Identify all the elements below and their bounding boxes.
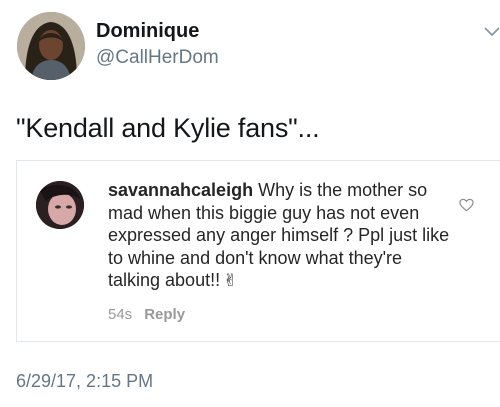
- author-avatar-image: [17, 12, 85, 80]
- tweet-timestamp[interactable]: 6/29/17, 2:15 PM: [16, 371, 153, 392]
- author-handle[interactable]: @CallHerDom: [96, 47, 219, 69]
- victory-hand-icon: ✌: [223, 271, 238, 290]
- chevron-down-icon[interactable]: [484, 26, 500, 38]
- author-avatar[interactable]: [17, 12, 85, 80]
- author-display-name[interactable]: Dominique: [96, 20, 199, 43]
- commenter-avatar: [36, 181, 84, 229]
- reply-button[interactable]: Reply: [144, 306, 185, 323]
- comment-meta: 54s Reply: [108, 306, 185, 323]
- heart-icon[interactable]: [459, 198, 474, 212]
- comment-age: 54s: [108, 306, 133, 323]
- commenter-username[interactable]: savannahcaleigh: [108, 180, 253, 200]
- tweet-text: "Kendall and Kylie fans"...: [16, 113, 320, 143]
- comment-body: savannahcaleigh Why is the mother so mad…: [108, 179, 453, 293]
- commenter-avatar-image: [36, 181, 84, 229]
